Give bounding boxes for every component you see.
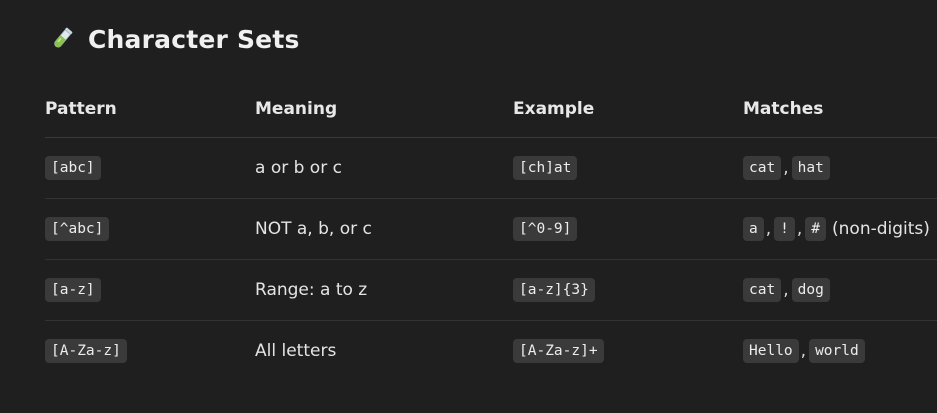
pattern-code: [a-z] (45, 278, 101, 302)
matches-cell: Hello, world (743, 321, 865, 381)
matches-cell: cat, hat (743, 138, 830, 198)
character-sets-table: Pattern Meaning Example Matches [abc] a … (45, 80, 937, 381)
meaning-cell: All letters (255, 341, 337, 361)
table-header: Pattern Meaning Example Matches (45, 80, 937, 138)
example-cell: [a-z]{3} (513, 260, 595, 320)
column-header-example: Example (513, 98, 595, 119)
pattern-cell: [a-z] (45, 260, 101, 320)
page-title: Character Sets (88, 24, 300, 54)
column-header-matches: Matches (743, 98, 824, 119)
match-note: (non-digits) (832, 219, 930, 239)
section-heading: Character Sets (48, 22, 300, 56)
match-code: # (805, 217, 827, 241)
match-code: dog (791, 278, 830, 302)
example-cell: [A-Za-z]+ (513, 321, 604, 381)
table-row: [A-Za-z] All letters [A-Za-z]+ Hello, wor… (45, 321, 937, 381)
column-header-pattern: Pattern (45, 98, 117, 119)
match-code: a (743, 217, 764, 241)
pattern-code: [abc] (45, 156, 101, 180)
pattern-cell: [^abc] (45, 199, 110, 259)
matches-cell: cat, dog (743, 260, 830, 320)
meaning-cell: a or b or c (255, 158, 342, 178)
pattern-code: [A-Za-z] (45, 339, 127, 363)
table-row: [abc] a or b or c [ch]at cat, hat (45, 138, 937, 199)
match-code: cat (743, 156, 782, 180)
example-cell: [ch]at (513, 138, 578, 198)
pattern-cell: [abc] (45, 138, 101, 198)
match-code: world (809, 339, 865, 363)
match-code: hat (791, 156, 830, 180)
match-code: Hello (743, 339, 799, 363)
match-code: ! (774, 217, 795, 241)
example-code: [^0-9] (513, 217, 578, 241)
example-code: [a-z]{3} (513, 278, 595, 302)
table-row: [^abc] NOT a, b, or c [^0-9] a,!, # (non-d… (45, 199, 937, 260)
pattern-cell: [A-Za-z] (45, 321, 127, 381)
test-tube-icon (54, 27, 73, 48)
meaning-cell: Range: a to z (255, 280, 368, 300)
example-cell: [^0-9] (513, 199, 578, 259)
meaning-cell: NOT a, b, or c (255, 219, 372, 239)
match-code: cat (743, 278, 782, 302)
pattern-code: [^abc] (45, 217, 110, 241)
column-header-meaning: Meaning (255, 98, 338, 119)
example-code: [A-Za-z]+ (513, 339, 604, 363)
example-code: [ch]at (513, 156, 578, 180)
table-row: [a-z] Range: a to z [a-z]{3} cat, dog (45, 260, 937, 321)
matches-cell: a,!, # (non-digits) (743, 199, 930, 259)
